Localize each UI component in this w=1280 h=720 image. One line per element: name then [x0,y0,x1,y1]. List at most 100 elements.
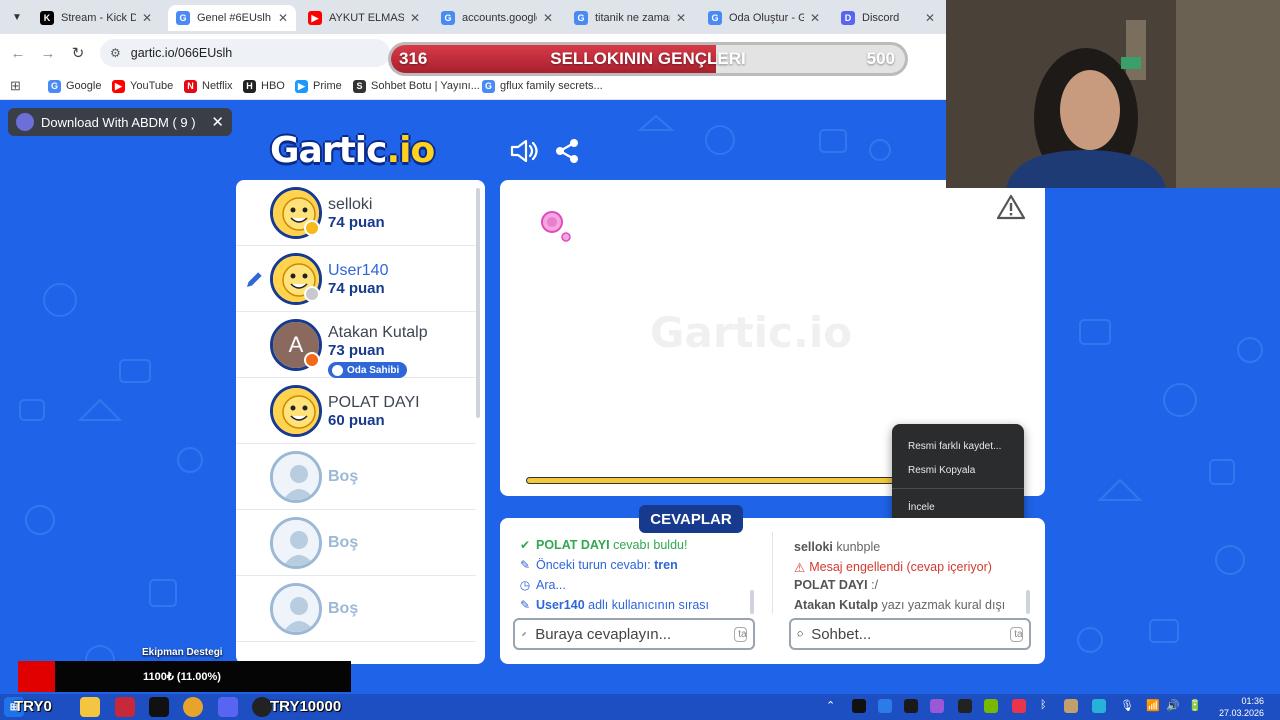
tab-close-icon[interactable]: ✕ [925,11,935,25]
volume-icon[interactable]: 🔊 [1166,699,1180,713]
app-icon[interactable] [115,697,135,717]
tray-app-icon[interactable] [852,699,866,713]
url-input[interactable]: ⚙ gartic.io/066EUslh [100,39,390,67]
speaker-icon[interactable] [510,138,538,164]
tray-app-icon-4[interactable] [930,699,944,713]
tray-app-icon-2[interactable] [878,699,892,713]
browser-tab[interactable]: D Discord ✕ [833,5,943,31]
answer-line: ◷ Ara... [518,576,566,594]
answers-tab[interactable]: CEVAPLAR [639,505,743,533]
answer-input[interactable] [535,625,735,643]
browser-tab[interactable]: K Stream - Kick Da ✕ [32,5,160,31]
close-icon[interactable]: ✕ [211,113,224,131]
player-row[interactable]: A Atakan Kutalp 73 puan Oda Sahibi [236,312,476,378]
tray-app-icon-6[interactable] [1012,699,1026,713]
tab-favicon-icon: K [40,11,54,25]
bookmark-item[interactable]: ▶ YouTube [112,78,173,94]
discord-icon[interactable] [218,697,238,717]
menu-item-inspect[interactable]: İncele [908,497,935,517]
chrome-icon[interactable] [183,697,203,717]
chat-input[interactable] [811,625,1011,643]
status-badge [304,286,320,302]
player-row[interactable]: selloki 74 puan [236,180,476,246]
taskbar-clock[interactable]: 01:36 27.03.2026 [1219,695,1264,719]
tray-app-icon-5[interactable] [958,699,972,713]
tab-title: AYKUT ELMAS H [329,12,404,24]
bluetooth-icon[interactable]: ᛒ [1040,699,1054,713]
empty-player-slot[interactable]: Boş [236,510,476,576]
check-icon: ✔ [519,538,531,552]
bookmark-item[interactable]: G Google [48,78,101,94]
answer-line: ✎ User140 adlı kullanıcının sırası [518,596,709,614]
tab-title: Discord [862,12,900,24]
tab-close-icon[interactable]: ✕ [278,11,288,25]
equipment-support-bar: 1100₺ (11.00%) [18,661,351,692]
tray-chevron-icon[interactable]: ⌃ [826,699,840,713]
chat-input-box[interactable]: tab [789,618,1031,650]
empty-player-slot[interactable]: Boş [236,576,476,642]
abdm-download-banner[interactable]: Download With ABDM ( 9 ) ✕ [8,108,232,136]
player-name: POLAT DAYI [328,394,420,411]
tray-app-icon-8[interactable] [1092,699,1106,713]
answer-text: Önceki turun cevabı: [536,558,655,572]
player-row[interactable]: POLAT DAYI 60 puan [236,378,476,444]
browser-tab[interactable]: Gaccounts.google ✕ [433,5,561,31]
back-icon[interactable]: ← [8,43,28,63]
bookmark-item[interactable]: Ggflux family secrets... [482,78,603,94]
player-name: Boş [328,534,359,551]
answers-scrollbar[interactable] [750,590,754,614]
bookmark-label: gflux family secrets... [500,80,603,92]
tab-close-icon[interactable]: ✕ [543,11,553,25]
tab-close-icon[interactable]: ✕ [810,11,820,25]
menu-item-save-image[interactable]: Resmi farklı kaydet... [908,436,1001,456]
bookmark-item[interactable]: N Netflix [184,78,233,94]
bookmark-label: YouTube [130,80,174,92]
players-scrollbar[interactable] [476,188,480,418]
chat-scrollbar[interactable] [1026,590,1030,614]
tab-close-icon[interactable]: ✕ [142,11,152,25]
tab-favicon-icon: G [708,11,722,25]
chat-text: Mesaj engellendi (cevap içeriyor) [809,560,992,574]
microphone-icon[interactable]: 🎙 [1120,699,1134,713]
forward-icon[interactable]: → [38,43,58,63]
reload-icon[interactable]: ↻ [68,43,88,63]
tab-search-button[interactable]: ▼ [6,6,28,28]
obs-icon[interactable] [252,697,272,717]
report-warning-icon[interactable] [997,194,1025,220]
tray-app-icon-3[interactable] [904,699,918,713]
site-info-icon[interactable]: ⚙ [110,46,121,60]
pencil-icon: ✎ [519,558,531,572]
tab-close-icon[interactable]: ✕ [676,11,686,25]
bot-icon: S [353,79,366,93]
menu-item-copy-image[interactable]: Resmi Kopyala [908,460,975,480]
chat-user: selloki [794,540,833,554]
wifi-icon[interactable]: 📶 [1146,699,1160,713]
browser-tab[interactable]: G Genel #6EUslh (✕ [168,5,296,31]
app-icon-2[interactable] [149,697,169,717]
battery-icon[interactable]: 🔋 [1188,699,1202,713]
browser-tab[interactable]: Gtitanik ne zaman ✕ [566,5,694,31]
file-explorer-icon[interactable] [80,697,100,717]
bookmark-item[interactable]: S Sohbet Botu | Yayını... [353,78,480,94]
tab-close-icon[interactable]: ✕ [410,11,420,25]
prime-icon: ▶ [295,79,308,93]
answer-input-box[interactable]: tab [513,618,755,650]
menu-divider [892,488,1024,489]
players-panel: selloki 74 puan User140 74 puan A Atakan Kut… [236,180,485,664]
bookmark-item[interactable]: H HBO [243,78,285,94]
apps-icon[interactable]: ⊞ [10,78,21,94]
tab-title: Stream - Kick Da [61,12,136,24]
chat-bubble-icon [797,631,803,637]
tray-app-icon-7[interactable] [1064,699,1078,713]
tab-favicon-icon: G [574,11,588,25]
player-row[interactable]: User140 74 puan [236,246,476,312]
empty-player-slot[interactable]: Boş [236,444,476,510]
browser-tab[interactable]: ▶ AYKUT ELMAS H ✕ [300,5,428,31]
avatar [270,451,322,503]
browser-tab[interactable]: G Oda Oluştur - G ✕ [700,5,828,31]
equipment-progress-fill [18,661,55,692]
nvidia-icon[interactable] [984,699,998,713]
share-icon[interactable] [554,138,580,164]
chat-text: yazı yazmak kural dışı [878,598,1006,612]
bookmark-item[interactable]: ▶ Prime [295,78,342,94]
